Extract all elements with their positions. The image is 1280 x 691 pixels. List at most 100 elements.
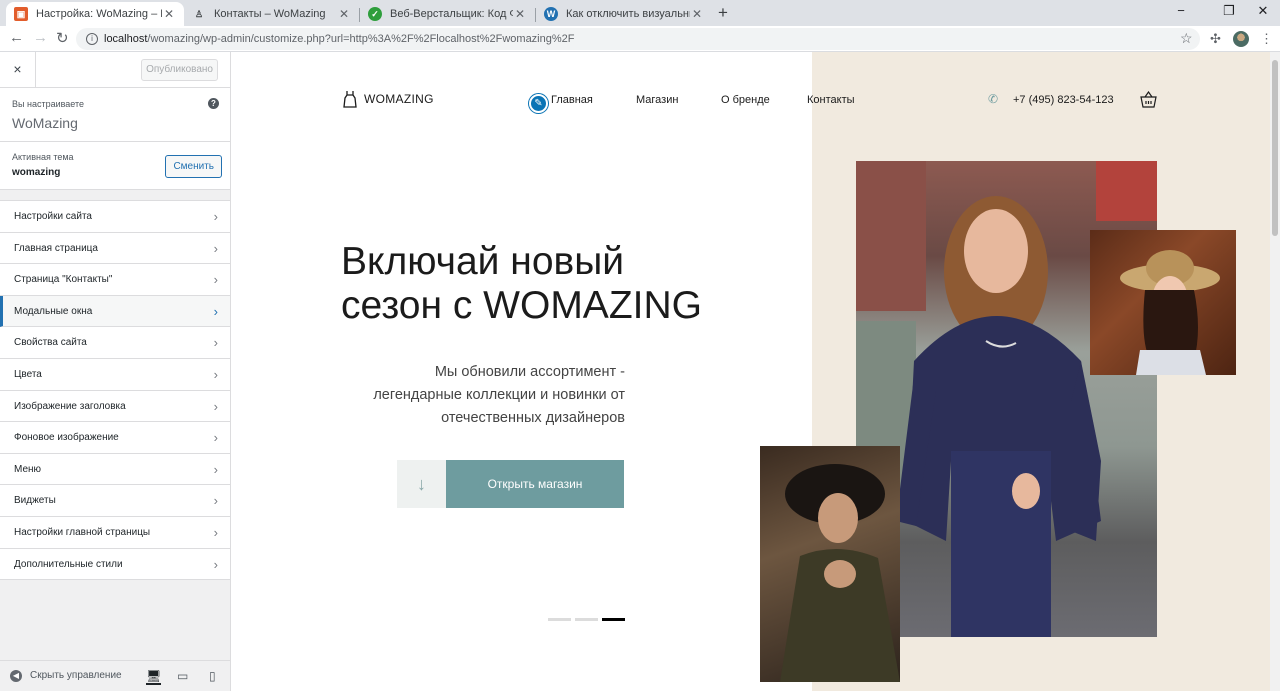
tab-close-icon[interactable]: ✕ [513,7,527,21]
section-label: Страница "Контакты" [14,274,113,286]
tab-close-icon[interactable]: ✕ [337,7,351,21]
section-label: Настройки главной страницы [14,526,151,538]
cart-icon[interactable] [1140,91,1157,108]
scroll-down-arrow-icon[interactable]: ↓ [397,460,446,508]
customizer-sections: Настройки сайта › Главная страница › Стран… [0,200,230,581]
hero-subtitle-line: отечественных дизайнеров [441,410,625,426]
browser-menu-icon[interactable]: ⋮ [1260,31,1273,47]
hero-subtitle-line: легендарные коллекции и новинки от [373,387,625,403]
info-icon[interactable]: i [86,33,98,45]
section-contacts-page[interactable]: Страница "Контакты" › [0,264,230,296]
profile-avatar[interactable] [1233,31,1249,47]
desktop-preview-icon[interactable]: 🖥 [146,669,162,685]
phone-icon: ✆ [988,92,999,106]
customizer-footer: ◀ Скрыть управление 🖥 ▭ ▯ [0,660,230,691]
hero-photo-black-hat [760,446,900,682]
section-header-image[interactable]: Изображение заголовка › [0,390,230,423]
publish-button[interactable]: Опубликовано [141,59,218,81]
help-icon[interactable]: ? [208,98,219,109]
chevron-right-icon: › [213,398,218,414]
hide-controls-button[interactable]: Скрыть управление [30,670,122,681]
open-shop-button[interactable]: Открыть магазин [446,460,624,508]
section-label: Фоновое изображение [14,432,119,444]
chevron-right-icon: › [213,524,218,540]
tab-contacts[interactable]: ♙ Контакты – WoMazing ✕ [184,2,359,26]
address-bar: ← → ↻ i localhost/womazing/wp-admin/cust… [0,26,1280,52]
section-home-page[interactable]: Главная страница › [0,232,230,265]
section-menus[interactable]: Меню › [0,453,230,486]
chevron-right-icon: › [213,335,218,351]
maximize-icon[interactable]: ❐ [1214,3,1244,19]
chevron-right-icon: › [213,209,218,224]
section-modal-windows[interactable]: Модальные окна › [0,295,230,328]
woman-with-straw-hat-image [1120,250,1220,375]
section-label: Главная страница [14,242,98,254]
bookmark-star-icon[interactable]: ☆ [1180,30,1193,47]
section-label: Свойства сайта [14,337,87,349]
tab-freelance[interactable]: ✓ Веб-Верстальщик: Код Фриланса ✕ [360,2,535,26]
chevron-right-icon: › [213,366,218,382]
forward-icon[interactable]: → [33,29,48,46]
minimize-icon[interactable]: − [1166,3,1196,18]
edit-shortcut-pencil-icon[interactable]: ✎ [529,94,548,113]
section-background-image[interactable]: Фоновое изображение › [0,422,230,454]
tab-title: Веб-Верстальщик: Код Фриланса [390,8,513,20]
reload-icon[interactable]: ↻ [56,29,69,47]
url-host: localhost [104,33,148,45]
url-path: /womazing/wp-admin/customize.php?url=htt… [147,33,575,45]
section-label: Настройки сайта [14,211,92,222]
customizer-info: Вы настраиваете WoMazing ? [0,88,230,142]
hero-subtitle-line: Мы обновили ассортимент - [434,364,625,380]
change-theme-button[interactable]: Сменить [165,155,222,178]
logo-text: WOMAZING [364,92,434,106]
section-label: Виджеты [14,495,56,507]
site-logo[interactable]: WOMAZING [343,90,434,108]
tab-customizer[interactable]: ▣ Настройка: WoMazing – Магазин ✕ [6,2,184,26]
hero-title-line: Включай новый [341,240,625,283]
tablet-preview-icon[interactable]: ▭ [177,669,188,683]
scrollbar-thumb[interactable] [1272,60,1278,236]
section-site-identity[interactable]: Свойства сайта › [0,327,230,359]
extensions-puzzle-icon[interactable]: ✣ [1210,31,1221,47]
section-label: Дополнительные стили [14,558,123,570]
site-title: WoMazing [12,115,78,131]
section-colors[interactable]: Цвета › [0,358,230,391]
hero-photo-hat [1090,230,1236,375]
nav-contacts[interactable]: Контакты [807,94,855,106]
collapse-arrow-icon[interactable]: ◀ [10,670,22,682]
nav-about[interactable]: О бренде [721,94,770,106]
hero-subtitle: Мы обновили ассортимент - легендарные ко… [335,361,625,430]
theme-name: womazing [12,167,61,178]
site-preview: WOMAZING ✎ Главная Магазин О бренде Конт… [231,52,1270,691]
chevron-right-icon: › [213,240,218,256]
section-label: Меню [14,463,42,475]
customizer-header: × Опубликовано [0,52,230,88]
slider-dot[interactable] [548,618,571,621]
section-additional-css[interactable]: Дополнительные стили › [0,548,230,581]
tab-close-icon[interactable]: ✕ [162,7,176,21]
url-field[interactable]: i localhost/womazing/wp-admin/customize.… [76,28,1200,50]
tab-close-icon[interactable]: ✕ [690,7,704,21]
window-close-icon[interactable]: ✕ [1248,3,1278,19]
slider-dot[interactable] [575,618,598,621]
mobile-preview-icon[interactable]: ▯ [209,669,216,683]
section-label: Модальные окна [14,305,93,317]
section-site-settings[interactable]: Настройки сайта › [0,201,230,233]
leaf-favicon-icon: ✓ [368,7,382,21]
close-customizer-icon[interactable]: × [0,52,36,87]
slider-dot-active[interactable] [602,618,625,621]
back-icon[interactable]: ← [9,29,24,46]
tab-title: Как отключить визуальный редактор [566,8,690,20]
nav-shop[interactable]: Магазин [636,94,678,106]
phone-number[interactable]: +7 (495) 823-54-123 [1013,94,1114,106]
dress-favicon-icon: ♙ [194,8,204,19]
hero-title-line: сезон с WOMAZING [341,284,702,327]
tab-title: Контакты – WoMazing [214,8,326,20]
tab-wordpress[interactable]: W Как отключить визуальный редактор ✕ [536,2,712,26]
section-widgets[interactable]: Виджеты › [0,485,230,517]
section-homepage-settings[interactable]: Настройки главной страницы › [0,516,230,549]
nav-home[interactable]: Главная [551,94,593,106]
chevron-right-icon: › [213,556,218,572]
tab-title: Настройка: WoMazing – Магазин [36,8,162,20]
new-tab-icon[interactable]: + [718,3,728,23]
